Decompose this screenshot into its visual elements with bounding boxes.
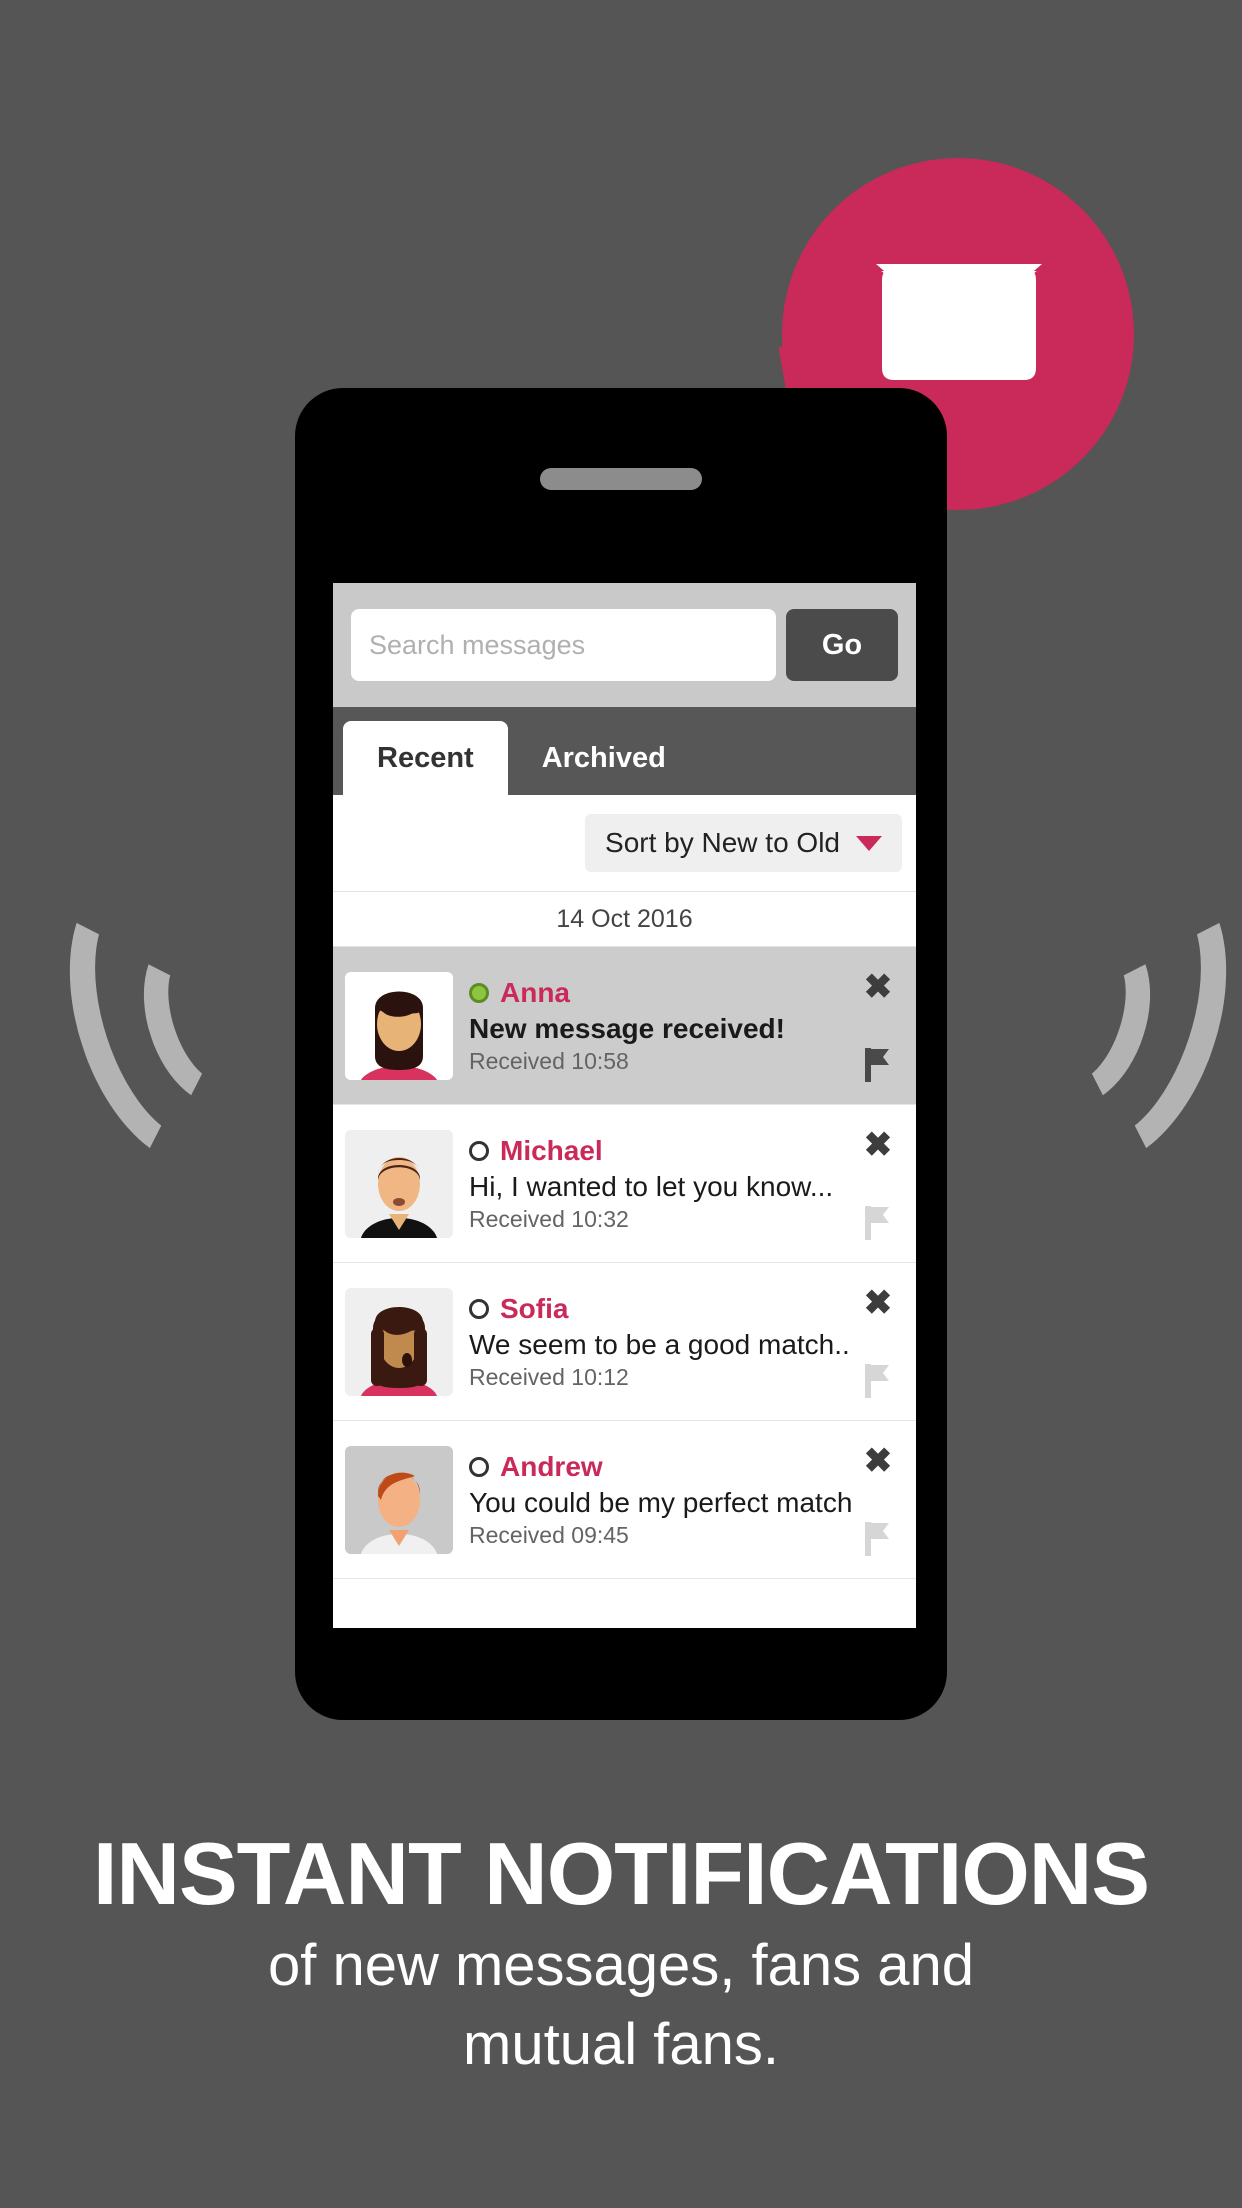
avatar-michael xyxy=(345,1129,453,1238)
search-input[interactable] xyxy=(351,609,776,681)
message-timestamp: Received 09:45 xyxy=(469,1521,629,1548)
sort-dropdown-label: Sort by New to Old xyxy=(605,827,840,858)
message-name-line: Sofia xyxy=(469,1293,852,1325)
message-preview: You could be my perfect match... xyxy=(469,1486,852,1518)
message-row-andrew[interactable]: Andrew You could be my perfect match... … xyxy=(333,1421,916,1579)
date-divider: 14 Oct 2016 xyxy=(333,891,916,947)
message-sender-name: Sofia xyxy=(500,1292,569,1324)
sort-dropdown[interactable]: Sort by New to Old xyxy=(585,814,902,872)
message-preview: We seem to be a good match... xyxy=(469,1328,852,1360)
message-name-line: Andrew xyxy=(469,1451,852,1483)
flag-icon[interactable] xyxy=(865,1521,891,1556)
offline-status-dot xyxy=(469,1140,489,1161)
message-name-line: Michael xyxy=(469,1135,852,1167)
message-row-sofia[interactable]: Sofia We seem to be a good match... Rece… xyxy=(333,1263,916,1421)
message-preview: New message received! xyxy=(469,1012,785,1044)
tab-bar: Recent Archived xyxy=(333,707,916,795)
message-timestamp: Received 10:58 xyxy=(469,1047,629,1074)
message-actions: ✖ xyxy=(852,1282,904,1402)
message-actions: ✖ xyxy=(852,966,904,1086)
flag-icon[interactable] xyxy=(865,1363,891,1398)
message-actions: ✖ xyxy=(852,1440,904,1560)
message-sender-name: Michael xyxy=(500,1134,603,1166)
phone-screen: Go Recent Archived Sort by New to Old 14… xyxy=(333,583,916,1628)
speaker-grille xyxy=(540,468,702,490)
message-body: Anna New message received! Received 10:5… xyxy=(453,977,852,1075)
message-timestamp: Received 10:32 xyxy=(469,1205,629,1232)
caption-subline-1: of new messages, fans and xyxy=(267,1933,975,1999)
tab-recent[interactable]: Recent xyxy=(343,721,508,795)
avatar-anna xyxy=(345,971,453,1080)
close-icon[interactable]: ✖ xyxy=(864,970,893,1004)
online-status-dot xyxy=(469,982,489,1003)
message-row-anna[interactable]: Anna New message received! Received 10:5… xyxy=(333,947,916,1105)
caption-block: INSTANT NOTIFICATIONS of new messages, f… xyxy=(0,1824,1242,2078)
sort-row: Sort by New to Old xyxy=(333,795,916,891)
caption-headline: INSTANT NOTIFICATIONS xyxy=(92,1824,1150,1923)
message-preview: Hi, I wanted to let you know... xyxy=(469,1170,834,1202)
flag-icon[interactable] xyxy=(865,1205,891,1240)
message-name-line: Anna xyxy=(469,977,852,1009)
avatar-sofia xyxy=(345,1287,453,1396)
close-icon[interactable]: ✖ xyxy=(864,1444,893,1478)
tab-archived[interactable]: Archived xyxy=(508,721,700,795)
offline-status-dot xyxy=(469,1456,489,1477)
message-actions: ✖ xyxy=(852,1124,904,1244)
caption-subline-2: mutual fans. xyxy=(463,2012,779,2078)
message-row-michael[interactable]: Michael Hi, I wanted to let you know... … xyxy=(333,1105,916,1263)
avatar-andrew xyxy=(345,1445,453,1554)
message-sender-name: Andrew xyxy=(500,1450,603,1482)
message-body: Andrew You could be my perfect match... … xyxy=(453,1451,852,1549)
close-icon[interactable]: ✖ xyxy=(864,1128,893,1162)
message-body: Sofia We seem to be a good match... Rece… xyxy=(453,1293,852,1391)
search-bar: Go xyxy=(333,583,916,707)
message-body: Michael Hi, I wanted to let you know... … xyxy=(453,1135,852,1233)
go-button[interactable]: Go xyxy=(786,609,898,681)
envelope-icon xyxy=(876,264,1042,380)
message-sender-name: Anna xyxy=(500,976,570,1008)
chevron-down-icon xyxy=(856,835,882,851)
message-timestamp: Received 10:12 xyxy=(469,1363,629,1390)
offline-status-dot xyxy=(469,1298,489,1319)
close-icon[interactable]: ✖ xyxy=(864,1286,893,1320)
flag-icon[interactable] xyxy=(865,1047,891,1082)
